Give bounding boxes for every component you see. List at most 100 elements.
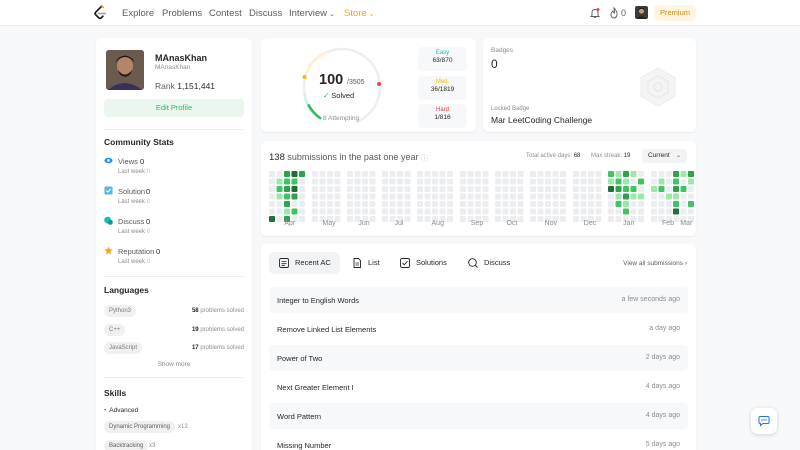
heatmap-cell[interactable] [354,208,361,215]
heatmap-cell[interactable] [369,193,376,200]
heatmap-cell[interactable] [276,201,283,207]
heatmap-cell[interactable] [560,193,566,200]
heatmap-cell[interactable] [510,171,516,177]
heatmap-cell[interactable] [319,171,326,177]
heatmap-cell[interactable] [608,208,614,215]
heatmap-cell[interactable] [623,178,629,185]
heatmap-cell[interactable] [615,208,622,215]
leetcode-logo-icon[interactable] [93,5,108,21]
heatmap-cell[interactable] [552,201,559,207]
heatmap-cell[interactable] [354,171,361,177]
heatmap-cell[interactable] [389,208,396,215]
heatmap-cell[interactable] [447,186,453,192]
nav-discuss[interactable]: Discuss [249,8,282,19]
submission-row[interactable]: Remove Linked List Elements a day ago [269,316,688,342]
heatmap-cell[interactable] [630,208,637,215]
heatmap-cell[interactable] [552,178,559,185]
heatmap-cell[interactable] [276,171,283,177]
heatmap-cell[interactable] [530,201,536,207]
heatmap-cell[interactable] [467,193,474,200]
language-chip[interactable]: Python3 [104,305,137,317]
heatmap-cell[interactable] [560,171,566,177]
heatmap-cell[interactable] [638,171,644,177]
heatmap-cell[interactable] [688,193,694,200]
heatmap-cell[interactable] [475,178,481,185]
heatmap-cell[interactable] [404,186,411,192]
heatmap-cell[interactable] [334,193,341,200]
heatmap-cell[interactable] [417,186,423,192]
heatmap-cell[interactable] [580,171,587,177]
nav-explore[interactable]: Explore [122,8,154,19]
heatmap-cell[interactable] [560,216,566,222]
heatmap-cell[interactable] [439,208,446,215]
heatmap-cell[interactable] [362,171,368,177]
heatmap-cell[interactable] [588,201,594,207]
heatmap-cell[interactable] [439,186,446,192]
heatmap-cell[interactable] [666,178,672,185]
heatmap-cell[interactable] [482,186,489,192]
heatmap-cell[interactable] [608,201,614,207]
heatmap-cell[interactable] [424,178,431,185]
nav-problems[interactable]: Problems [162,8,202,19]
heatmap-cell[interactable] [299,193,305,200]
medium-stat[interactable]: Med. 36/1819 [418,76,467,100]
avatar[interactable] [635,6,648,19]
view-all-submissions-link[interactable]: View all submissions › [623,260,687,267]
heatmap-cell[interactable] [382,186,388,192]
heatmap-cell[interactable] [495,171,501,177]
heatmap-cell[interactable] [545,171,551,177]
heatmap-cell[interactable] [404,208,411,215]
tab-discuss[interactable]: Discuss [458,252,516,274]
heatmap-cell[interactable] [276,193,283,200]
heatmap-cell[interactable] [269,178,275,185]
submission-row[interactable]: Missing Number 5 days ago [269,432,688,450]
heatmap-cell[interactable] [284,208,290,215]
heatmap-cell[interactable] [327,201,333,207]
heatmap-cell[interactable] [369,216,376,222]
heatmap-cell[interactable] [347,171,353,177]
heatmap-cell[interactable] [573,178,579,185]
heatmap-cell[interactable] [312,186,318,192]
heatmap-cell[interactable] [510,178,516,185]
heatmap-cell[interactable] [651,216,657,222]
heatmap-cell[interactable] [651,186,657,192]
heatmap-cell[interactable] [417,208,423,215]
heatmap-cell[interactable] [417,171,423,177]
heatmap-cell[interactable] [615,178,622,185]
heatmap-cell[interactable] [347,201,353,207]
heatmap-cell[interactable] [284,186,290,192]
heatmap-cell[interactable] [495,201,501,207]
heatmap-cell[interactable] [680,208,687,215]
heatmap-cell[interactable] [573,193,579,200]
heatmap-cell[interactable] [467,186,474,192]
heatmap-cell[interactable] [269,216,275,222]
heatmap-cell[interactable] [545,193,551,200]
heatmap-cell[interactable] [658,208,665,215]
heatmap-cell[interactable] [362,201,368,207]
easy-stat[interactable]: Easy 63/870 [418,47,467,71]
heatmap-cell[interactable] [537,216,544,222]
edit-profile-button[interactable]: Edit Profile [104,99,244,117]
heatmap-cell[interactable] [573,208,579,215]
heatmap-cell[interactable] [404,171,411,177]
heatmap-cell[interactable] [680,186,687,192]
heatmap-cell[interactable] [284,193,290,200]
heatmap-cell[interactable] [510,201,516,207]
heatmap-cell[interactable] [658,193,665,200]
heatmap-cell[interactable] [447,208,453,215]
heatmap-cell[interactable] [530,171,536,177]
heatmap-cell[interactable] [495,178,501,185]
heatmap-cell[interactable] [269,208,275,215]
heatmap-cell[interactable] [552,193,559,200]
heatmap-cell[interactable] [482,171,489,177]
submission-row[interactable]: Next Greater Element I 4 days ago [269,374,688,400]
heatmap-cell[interactable] [517,171,524,177]
heatmap-cell[interactable] [362,208,368,215]
heatmap-cell[interactable] [432,193,438,200]
heatmap-cell[interactable] [424,193,431,200]
heatmap-cell[interactable] [651,193,657,200]
heatmap-cell[interactable] [291,178,298,185]
heatmap-cell[interactable] [460,178,466,185]
heatmap-cell[interactable] [460,186,466,192]
heatmap-cell[interactable] [439,201,446,207]
